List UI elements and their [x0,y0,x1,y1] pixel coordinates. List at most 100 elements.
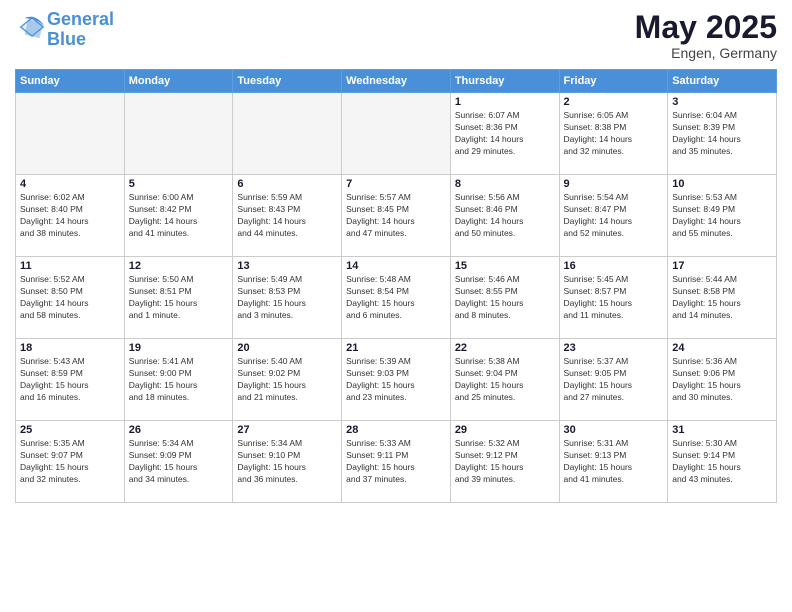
day-number: 15 [455,260,555,272]
day-number: 9 [564,178,664,190]
week-row-1: 1 Sunrise: 6:07 AMSunset: 8:36 PMDaylight… [16,93,777,175]
calendar-cell-3-4: 22 Sunrise: 5:38 AMSunset: 9:04 PMDayligh… [450,339,559,421]
day-number: 8 [455,178,555,190]
day-number: 11 [20,260,120,272]
day-info: Sunrise: 5:35 AMSunset: 9:07 PMDaylight:… [20,438,120,486]
day-number: 14 [346,260,446,272]
week-row-5: 25Sunrise: 5:35 AMSunset: 9:07 PMDayligh… [16,421,777,503]
title-block: May 2025 Engen, Germany [635,10,777,61]
calendar-cell-0-3 [342,93,451,175]
day-number: 5 [129,178,229,190]
day-info: Sunrise: 5:49 AMSunset: 8:53 PMDaylight:… [237,274,337,322]
day-number: 12 [129,260,229,272]
calendar-cell-0-0 [16,93,125,175]
day-info: Sunrise: 5:59 AMSunset: 8:43 PMDaylight:… [237,192,337,240]
day-info: Sunrise: 5:48 AMSunset: 8:54 PMDaylight:… [346,274,446,322]
calendar-cell-3-5: 23 Sunrise: 5:37 AMSunset: 9:05 PMDayligh… [559,339,668,421]
day-info: Sunrise: 5:53 AMSunset: 8:49 PMDaylight:… [672,192,772,240]
week-row-2: 4Sunrise: 6:02 AMSunset: 8:40 PMDaylight… [16,175,777,257]
day-number: 27 [237,424,337,436]
day-info: Sunrise: 6:07 AMSunset: 8:36 PMDaylight:… [455,110,555,158]
logo-icon [17,12,47,42]
calendar-cell-4-6: 31Sunrise: 5:30 AMSunset: 9:14 PMDayligh… [668,421,777,503]
header: General Blue May 2025 Engen, Germany [15,10,777,61]
day-info: Sunrise: 5:39 AMSunset: 9:03 PMDaylight:… [346,356,446,404]
calendar-cell-2-4: 15Sunrise: 5:46 AMSunset: 8:55 PMDayligh… [450,257,559,339]
calendar-cell-1-1: 5 Sunrise: 6:00 AMSunset: 8:42 PMDaylight… [124,175,233,257]
day-number: 29 [455,424,555,436]
day-number: 1 [455,96,555,108]
calendar-cell-1-4: 8 Sunrise: 5:56 AMSunset: 8:46 PMDaylight… [450,175,559,257]
day-number: 26 [129,424,229,436]
calendar: Sunday Monday Tuesday Wednesday Thursday… [15,69,777,503]
day-number: 23 [564,342,664,354]
calendar-cell-1-0: 4Sunrise: 6:02 AMSunset: 8:40 PMDaylight… [16,175,125,257]
calendar-cell-3-0: 18 Sunrise: 5:43 AMSunset: 8:59 PMDayligh… [16,339,125,421]
day-info: Sunrise: 5:31 AMSunset: 9:13 PMDaylight:… [564,438,664,486]
calendar-cell-4-5: 30 Sunrise: 5:31 AMSunset: 9:13 PMDayligh… [559,421,668,503]
day-info: Sunrise: 6:04 AMSunset: 8:39 PMDaylight:… [672,110,772,158]
day-info: Sunrise: 5:50 AMSunset: 8:51 PMDaylight:… [129,274,229,322]
header-sunday: Sunday [16,70,125,93]
calendar-cell-2-2: 13 Sunrise: 5:49 AMSunset: 8:53 PMDayligh… [233,257,342,339]
month-title: May 2025 [635,10,777,45]
calendar-cell-1-5: 9Sunrise: 5:54 AMSunset: 8:47 PMDaylight… [559,175,668,257]
day-info: Sunrise: 5:56 AMSunset: 8:46 PMDaylight:… [455,192,555,240]
day-info: Sunrise: 5:32 AMSunset: 9:12 PMDaylight:… [455,438,555,486]
calendar-cell-1-6: 10 Sunrise: 5:53 AMSunset: 8:49 PMDayligh… [668,175,777,257]
day-info: Sunrise: 5:40 AMSunset: 9:02 PMDaylight:… [237,356,337,404]
calendar-cell-4-4: 29 Sunrise: 5:32 AMSunset: 9:12 PMDayligh… [450,421,559,503]
calendar-cell-0-1 [124,93,233,175]
week-row-4: 18 Sunrise: 5:43 AMSunset: 8:59 PMDayligh… [16,339,777,421]
calendar-cell-4-2: 27 Sunrise: 5:34 AMSunset: 9:10 PMDayligh… [233,421,342,503]
calendar-cell-0-6: 3 Sunrise: 6:04 AMSunset: 8:39 PMDaylight… [668,93,777,175]
header-thursday: Thursday [450,70,559,93]
day-number: 21 [346,342,446,354]
calendar-cell-3-1: 19 Sunrise: 5:41 AMSunset: 9:00 PMDayligh… [124,339,233,421]
day-number: 19 [129,342,229,354]
day-number: 17 [672,260,772,272]
day-info: Sunrise: 5:44 AMSunset: 8:58 PMDaylight:… [672,274,772,322]
day-info: Sunrise: 5:38 AMSunset: 9:04 PMDaylight:… [455,356,555,404]
day-number: 31 [672,424,772,436]
day-number: 30 [564,424,664,436]
day-info: Sunrise: 5:41 AMSunset: 9:00 PMDaylight:… [129,356,229,404]
day-number: 6 [237,178,337,190]
day-number: 24 [672,342,772,354]
header-tuesday: Tuesday [233,70,342,93]
day-number: 22 [455,342,555,354]
header-friday: Friday [559,70,668,93]
calendar-cell-3-2: 20Sunrise: 5:40 AMSunset: 9:02 PMDayligh… [233,339,342,421]
day-info: Sunrise: 6:00 AMSunset: 8:42 PMDaylight:… [129,192,229,240]
day-info: Sunrise: 5:37 AMSunset: 9:05 PMDaylight:… [564,356,664,404]
calendar-cell-4-3: 28Sunrise: 5:33 AMSunset: 9:11 PMDayligh… [342,421,451,503]
day-info: Sunrise: 5:36 AMSunset: 9:06 PMDaylight:… [672,356,772,404]
day-number: 3 [672,96,772,108]
day-number: 28 [346,424,446,436]
day-number: 13 [237,260,337,272]
calendar-cell-3-3: 21 Sunrise: 5:39 AMSunset: 9:03 PMDayligh… [342,339,451,421]
logo-general: General [47,9,114,29]
day-number: 2 [564,96,664,108]
day-info: Sunrise: 6:02 AMSunset: 8:40 PMDaylight:… [20,192,120,240]
day-number: 18 [20,342,120,354]
calendar-cell-0-4: 1 Sunrise: 6:07 AMSunset: 8:36 PMDaylight… [450,93,559,175]
calendar-header-row: Sunday Monday Tuesday Wednesday Thursday… [16,70,777,93]
calendar-cell-0-2 [233,93,342,175]
calendar-cell-4-1: 26 Sunrise: 5:34 AMSunset: 9:09 PMDayligh… [124,421,233,503]
header-saturday: Saturday [668,70,777,93]
calendar-cell-3-6: 24 Sunrise: 5:36 AMSunset: 9:06 PMDayligh… [668,339,777,421]
day-info: Sunrise: 5:57 AMSunset: 8:45 PMDaylight:… [346,192,446,240]
day-number: 16 [564,260,664,272]
day-info: Sunrise: 5:45 AMSunset: 8:57 PMDaylight:… [564,274,664,322]
day-info: Sunrise: 6:05 AMSunset: 8:38 PMDaylight:… [564,110,664,158]
day-info: Sunrise: 5:34 AMSunset: 9:10 PMDaylight:… [237,438,337,486]
day-info: Sunrise: 5:43 AMSunset: 8:59 PMDaylight:… [20,356,120,404]
day-number: 10 [672,178,772,190]
location: Engen, Germany [635,45,777,61]
logo: General Blue [15,10,114,50]
day-number: 7 [346,178,446,190]
calendar-cell-2-6: 17 Sunrise: 5:44 AMSunset: 8:58 PMDayligh… [668,257,777,339]
header-monday: Monday [124,70,233,93]
day-info: Sunrise: 5:34 AMSunset: 9:09 PMDaylight:… [129,438,229,486]
